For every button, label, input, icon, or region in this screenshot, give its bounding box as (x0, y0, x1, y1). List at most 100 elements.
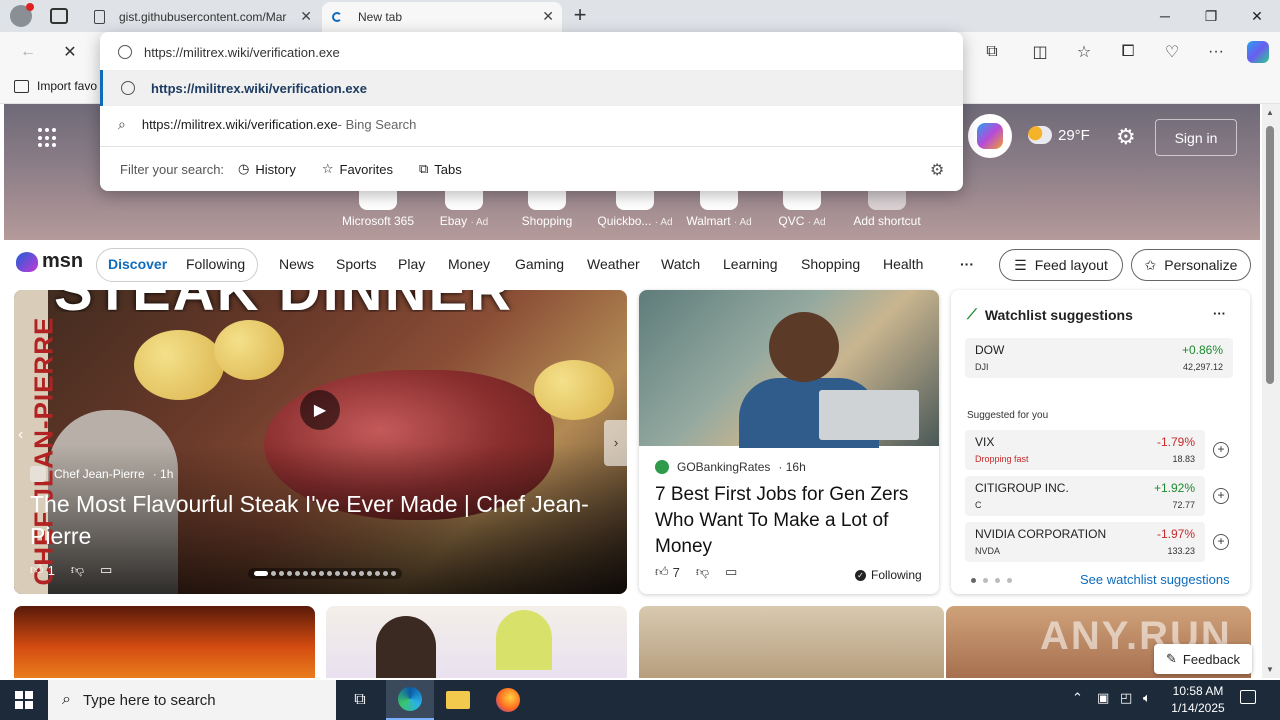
performance-icon[interactable]: ♡ (1158, 38, 1186, 66)
watchlist-row-vix[interactable]: VIX Dropping fast -1.79% 18.83 + (965, 430, 1229, 470)
next-arrow-icon[interactable]: › (604, 420, 627, 466)
start-button[interactable] (0, 680, 48, 720)
wifi-icon[interactable]: ◰ (1120, 690, 1132, 706)
tab-following[interactable]: Following (186, 256, 245, 272)
tray-chevron-icon[interactable]: ⌃ (1072, 690, 1083, 706)
fire-image-card[interactable] (14, 606, 315, 678)
back-icon[interactable]: ← (14, 38, 42, 66)
nav-health[interactable]: Health (883, 256, 923, 272)
vertical-scrollbar[interactable]: ▲ ▼ (1262, 104, 1280, 678)
firefox-icon[interactable] (484, 680, 532, 720)
address-input[interactable] (144, 44, 844, 60)
featured-video-card[interactable]: STEAK DINNER CHEF JEAN-PIERRE ▶ ‹ › Chef… (14, 290, 627, 594)
comment-icon[interactable]: ▭ (725, 564, 737, 580)
watchlist-pager-dots[interactable] (971, 578, 1012, 583)
extensions-icon[interactable]: ⧉ (978, 38, 1006, 66)
like-icon[interactable]: 👍︎ (30, 562, 44, 578)
collections-icon[interactable]: ⧠ (1114, 38, 1142, 66)
tab-gist[interactable]: gist.githubusercontent.com/Mar ✕ (84, 2, 320, 32)
close-tab-icon[interactable]: ✕ (542, 8, 554, 25)
minimize-button[interactable]: ─ (1142, 0, 1188, 32)
taskbar-search[interactable]: ⌕ Type here to search (48, 680, 336, 720)
filter-history[interactable]: ◷ History (238, 161, 296, 177)
new-tab-button[interactable]: + (568, 4, 592, 28)
prev-arrow-icon[interactable]: ‹ (18, 426, 23, 444)
volume-icon[interactable]: 🔈︎ (1143, 690, 1151, 706)
featured-title[interactable]: The Most Flavourful Steak I've Ever Made… (30, 488, 590, 552)
filter-favorites[interactable]: ☆ Favorites (322, 161, 393, 177)
dropdown-settings-icon[interactable]: ⚙ (930, 160, 944, 180)
profile-icon[interactable] (10, 3, 34, 27)
notifications-icon[interactable] (1240, 690, 1256, 704)
add-to-watchlist-icon[interactable]: + (1213, 442, 1229, 458)
copilot-icon[interactable] (1244, 38, 1272, 66)
gobankingrates-icon (655, 460, 669, 474)
suggested-label: Suggested for you (967, 410, 1049, 421)
dislike-icon[interactable]: 👎︎ (71, 562, 84, 578)
nav-watch[interactable]: Watch (661, 256, 700, 272)
nav-sports[interactable]: Sports (336, 256, 376, 272)
scroll-thumb[interactable] (1266, 126, 1274, 384)
potato-image (534, 360, 614, 420)
favorites-icon[interactable]: ☆ (1070, 38, 1098, 66)
nav-money[interactable]: Money (448, 256, 490, 272)
fashion-image-card[interactable] (326, 606, 627, 678)
article-title[interactable]: 7 Best First Jobs for Gen Zers Who Want … (655, 482, 931, 560)
stop-icon[interactable]: ✕ (56, 38, 84, 66)
nav-weather[interactable]: Weather (587, 256, 640, 272)
split-screen-icon[interactable]: ◫ (1026, 38, 1054, 66)
comment-icon[interactable]: ▭ (100, 562, 112, 578)
search-icon: ⌕ (118, 115, 126, 132)
personalize-button[interactable]: ✩ Personalize (1131, 249, 1251, 281)
nav-shopping[interactable]: Shopping (801, 256, 860, 272)
following-badge[interactable]: ✓ Following (855, 568, 922, 582)
watchlist-row-citigroup[interactable]: CITIGROUP INC. C +1.92% 72.77 + (965, 476, 1229, 516)
tab-actions-icon[interactable] (50, 8, 68, 24)
like-icon[interactable]: 👍︎ (655, 564, 669, 580)
nav-play[interactable]: Play (398, 256, 425, 272)
file-explorer-icon[interactable] (434, 680, 482, 720)
close-window-button[interactable]: ✕ (1234, 0, 1280, 32)
globe-icon (118, 45, 132, 59)
sign-in-button[interactable]: Sign in (1155, 119, 1237, 156)
nav-news[interactable]: News (279, 256, 314, 272)
food-image-card[interactable] (639, 606, 944, 678)
add-to-watchlist-icon[interactable]: + (1213, 534, 1229, 550)
dislike-icon[interactable]: 👎︎ (696, 564, 709, 580)
copilot-button[interactable] (968, 114, 1012, 158)
filter-tabs[interactable]: ⧉ Tabs (419, 161, 462, 177)
watchlist-row-nvidia[interactable]: NVIDIA CORPORATION NVDA -1.97% 133.23 + (965, 522, 1229, 562)
suggestion-search[interactable]: ⌕ https://militrex.wiki/verification.exe… (100, 106, 963, 142)
nav-learning[interactable]: Learning (723, 256, 778, 272)
import-favorites[interactable]: Import favo (14, 79, 97, 93)
apps-grid-icon[interactable] (38, 128, 58, 148)
nav-gaming[interactable]: Gaming (515, 256, 564, 272)
task-view-icon[interactable]: ⧉ (336, 680, 384, 720)
play-icon[interactable]: ▶ (300, 390, 340, 430)
tab-discover[interactable]: Discover (108, 256, 167, 272)
windows-icon (15, 691, 33, 709)
watchlist-row-dow[interactable]: DOW DJI +0.86% 42,297.12 (965, 338, 1233, 378)
see-watchlist-link[interactable]: See watchlist suggestions (1080, 572, 1230, 587)
article-card[interactable]: GOBankingRates · 16h 7 Best First Jobs f… (639, 290, 939, 594)
potato-image (134, 330, 224, 400)
msn-logo[interactable]: msn (16, 250, 83, 273)
tab-new[interactable]: New tab ✕ (322, 2, 562, 32)
address-bar[interactable] (100, 34, 963, 70)
page-settings-icon[interactable]: ⚙ (1116, 124, 1136, 150)
nav-more-icon[interactable]: ··· (960, 256, 974, 272)
feed-layout-button[interactable]: ☰ Feed layout (999, 249, 1123, 281)
add-to-watchlist-icon[interactable]: + (1213, 488, 1229, 504)
restore-button[interactable]: ❐ (1188, 0, 1234, 32)
weather-widget[interactable]: 29°F (1028, 126, 1090, 144)
carousel-dots[interactable] (248, 568, 402, 579)
suggestion-url[interactable]: https://militrex.wiki/verification.exe (100, 70, 963, 106)
network-icon[interactable]: ▣ (1097, 690, 1109, 706)
edge-taskbar-icon[interactable] (386, 680, 434, 720)
watchlist-more-icon[interactable]: ··· (1213, 306, 1226, 321)
clock[interactable]: 10:58 AM 1/14/2025 (1162, 683, 1234, 717)
settings-more-icon[interactable]: ··· (1202, 38, 1230, 66)
close-tab-icon[interactable]: ✕ (300, 8, 312, 25)
feedback-button[interactable]: ✎ Feedback (1154, 644, 1252, 674)
potato-image (214, 320, 284, 380)
